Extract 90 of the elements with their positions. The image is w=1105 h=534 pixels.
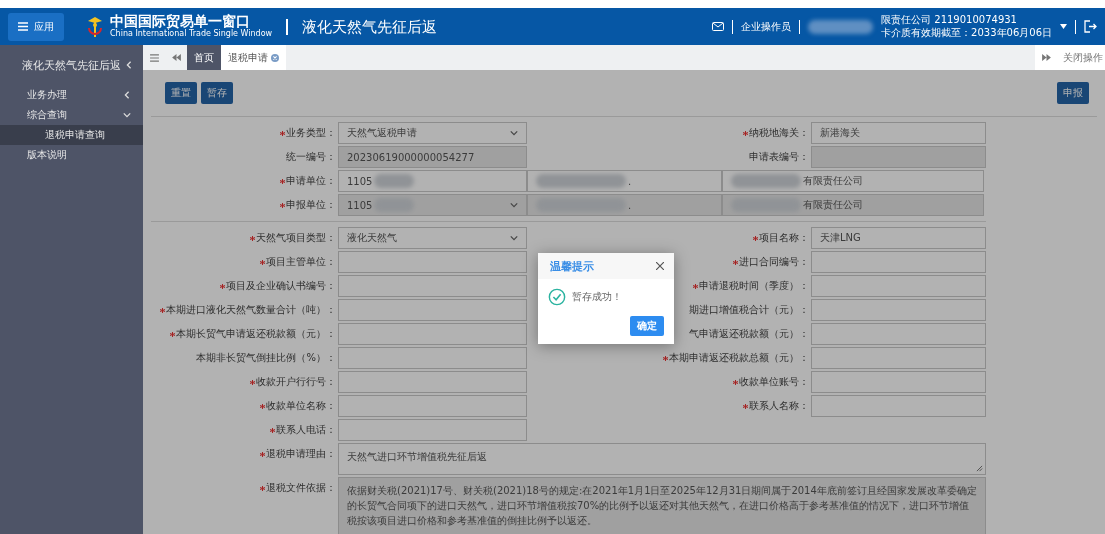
field-label: 退税文件依据：	[266, 481, 336, 495]
field-label: 本期进口液化天然气数量合计（吨）：	[166, 303, 336, 317]
dialog-message: 暂存成功！	[572, 290, 622, 304]
field-label: 项目名称：	[759, 231, 809, 245]
input-field[interactable]	[811, 299, 986, 321]
field-label: 收款单位账号：	[739, 375, 809, 389]
card-expiry: 卡介质有效期截至：2033年06月06日	[881, 26, 1052, 39]
submit-button[interactable]: 申报	[1057, 82, 1089, 104]
sidebar-item[interactable]: 综合查询	[0, 105, 143, 125]
menu-icon[interactable]	[149, 53, 159, 62]
select-field[interactable]: 液化天然气	[338, 227, 527, 249]
field-label: 联系人电话：	[276, 423, 336, 437]
close-icon[interactable]	[271, 53, 279, 62]
toolbar-button[interactable]: 重置	[165, 82, 197, 104]
sidebar-item[interactable]: 业务办理	[0, 85, 143, 105]
redaction-blur	[731, 174, 801, 188]
menu-icon	[18, 22, 28, 31]
input-field[interactable]: 有限责任公司	[722, 170, 984, 192]
field-label: 项目及企业确认书编号：	[226, 279, 336, 293]
site-title: 中国国际贸易单一窗口	[110, 14, 250, 30]
app-menu-button[interactable]: 应用	[8, 12, 64, 41]
field-label: 申请单位：	[286, 174, 336, 188]
input-field[interactable]	[811, 347, 986, 369]
chevron-left-icon	[123, 91, 131, 99]
rewind-icon[interactable]	[171, 54, 181, 61]
input-field[interactable]	[338, 347, 527, 369]
user-role[interactable]: 企业操作员	[741, 19, 792, 34]
field-label: 本期申请返还税款总额（元）：	[669, 351, 809, 365]
input-field[interactable]	[338, 275, 527, 297]
field-label: 业务类型：	[286, 126, 336, 140]
dialog-title: 温馨提示	[550, 258, 594, 274]
sidebar-title: 液化天然气先征后返	[22, 57, 121, 73]
field-label: 气申请返还税款额（元）：	[689, 327, 809, 341]
sidebar-item[interactable]: 版本说明	[0, 145, 143, 165]
field-label: 联系人名称：	[749, 399, 809, 413]
field-label: 申报单位：	[286, 198, 336, 212]
field-label: 期进口增值税合计（元）：	[689, 303, 809, 317]
field-label: 本期长贸气申请返还税款额（元）：	[176, 327, 336, 341]
field-label: 统一编号：	[286, 150, 336, 164]
input-field[interactable]	[338, 251, 527, 273]
field-label: 申请退税时间（季度）：	[699, 279, 809, 293]
input-field[interactable]	[338, 419, 527, 441]
input-field[interactable]	[811, 395, 986, 417]
input-field[interactable]	[338, 395, 527, 417]
field-label: 进口合同编号：	[739, 255, 809, 269]
resize-grip-icon	[976, 465, 983, 472]
text-area[interactable]: 天然气进口环节增值税先征后返	[338, 443, 986, 475]
input-field[interactable]: 新港海关	[811, 122, 986, 144]
input-field[interactable]	[338, 299, 527, 321]
mail-icon[interactable]	[712, 22, 725, 31]
input-field[interactable]: 天津LNG	[811, 227, 986, 249]
caret-down-icon[interactable]	[1060, 24, 1067, 29]
check-circle-icon	[548, 288, 566, 306]
field-label: 项目主管单位：	[266, 255, 336, 269]
redaction-blur	[808, 19, 874, 34]
field-label: 天然气项目类型：	[256, 231, 336, 245]
input-field[interactable]	[811, 371, 986, 393]
chevron-down-icon	[510, 200, 518, 209]
tab[interactable]: 退税申请	[221, 45, 286, 70]
field-label: 收款开户行行号：	[256, 375, 336, 389]
emblem-logo	[86, 15, 104, 38]
chevron-down-icon	[510, 129, 518, 137]
input-field[interactable]	[811, 323, 986, 345]
tab[interactable]: 首页	[187, 45, 221, 70]
input-field[interactable]	[811, 275, 986, 297]
select-field[interactable]: 天然气返税申请	[338, 122, 527, 144]
input-field[interactable]	[338, 371, 527, 393]
logout-icon[interactable]	[1084, 20, 1097, 33]
site-subtitle: China International Trade Single Window	[110, 29, 273, 39]
chevron-down-icon	[510, 234, 518, 242]
input-field[interactable]: .	[527, 170, 722, 192]
input-field[interactable]	[338, 323, 527, 345]
toolbar-button[interactable]: 暂存	[201, 82, 233, 104]
close-icon[interactable]	[656, 262, 664, 270]
chevron-down-icon	[123, 111, 131, 119]
company-name: 限责任公司 2119010074931	[881, 14, 1018, 27]
field-label: 纳税地海关：	[749, 126, 809, 140]
field-label: 退税申请理由：	[266, 447, 336, 461]
input-field[interactable]	[811, 251, 986, 273]
sidebar-subitem[interactable]: 退税申请查询	[0, 125, 143, 145]
confirm-button[interactable]: 确定	[630, 316, 664, 336]
field-label: 申请表编号：	[749, 150, 809, 164]
field-label: 本期非长贸气倒挂比例（%）：	[196, 351, 336, 365]
close-operations-menu[interactable]: 关闭操作	[1057, 45, 1105, 70]
module-title: 液化天然气先征后返	[286, 18, 438, 35]
field-label: 收款单位名称：	[266, 399, 336, 413]
fast-forward-icon[interactable]	[1041, 54, 1051, 61]
input-field[interactable]: 1105	[338, 170, 527, 192]
redaction-blur	[374, 174, 415, 188]
chevron-left-icon	[125, 61, 133, 69]
